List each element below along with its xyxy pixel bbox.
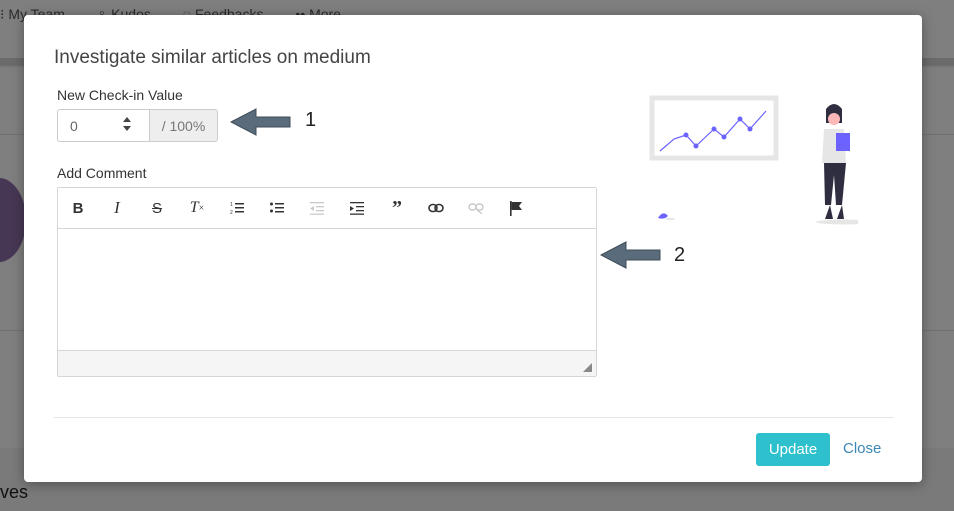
svg-text:2: 2 [230,210,233,215]
spinner-down-icon[interactable] [123,126,131,131]
clear-formatting-icon[interactable]: T × [183,196,211,220]
unlink-icon[interactable] [462,196,490,220]
ordered-list-icon[interactable]: 12 [223,196,251,220]
checkin-label: New Check-in Value [57,87,183,103]
bullet-list-icon[interactable] [263,196,291,220]
resize-handle-icon[interactable] [583,363,592,372]
update-button[interactable]: Update [756,433,830,466]
indent-icon[interactable] [343,196,371,220]
strikethrough-icon[interactable]: S [143,196,171,220]
comment-text-area[interactable] [58,229,596,350]
link-icon[interactable] [422,196,450,220]
annotation-arrow-left-icon [600,241,661,269]
blockquote-icon[interactable]: ” [383,196,411,220]
close-button[interactable]: Close [843,440,881,457]
comment-editor: B I S T × 12 ” [57,187,597,377]
progress-illustration-icon [649,95,858,225]
italic-icon[interactable]: I [103,196,131,220]
number-spinner[interactable] [121,117,133,133]
checkin-input-group: / 100% [57,109,218,142]
modal-title: Investigate similar articles on medium [54,47,371,68]
outdent-icon[interactable] [303,196,331,220]
annotation-number: 1 [305,109,317,131]
svg-text:1: 1 [230,202,233,208]
checkin-suffix: / 100% [149,109,218,142]
flag-icon[interactable] [502,196,530,220]
footer-divider [54,417,894,418]
annotation-number: 2 [674,244,686,266]
editor-toolbar: B I S T × 12 ” [58,188,596,229]
checkin-value-input[interactable] [57,109,149,142]
checkin-modal: Investigate similar articles on medium N… [24,15,922,482]
editor-statusbar [58,350,596,376]
spinner-up-icon[interactable] [123,117,131,122]
bold-icon[interactable]: B [64,196,92,220]
annotation-arrow-left-icon [230,108,291,136]
comment-label: Add Comment [57,165,147,181]
